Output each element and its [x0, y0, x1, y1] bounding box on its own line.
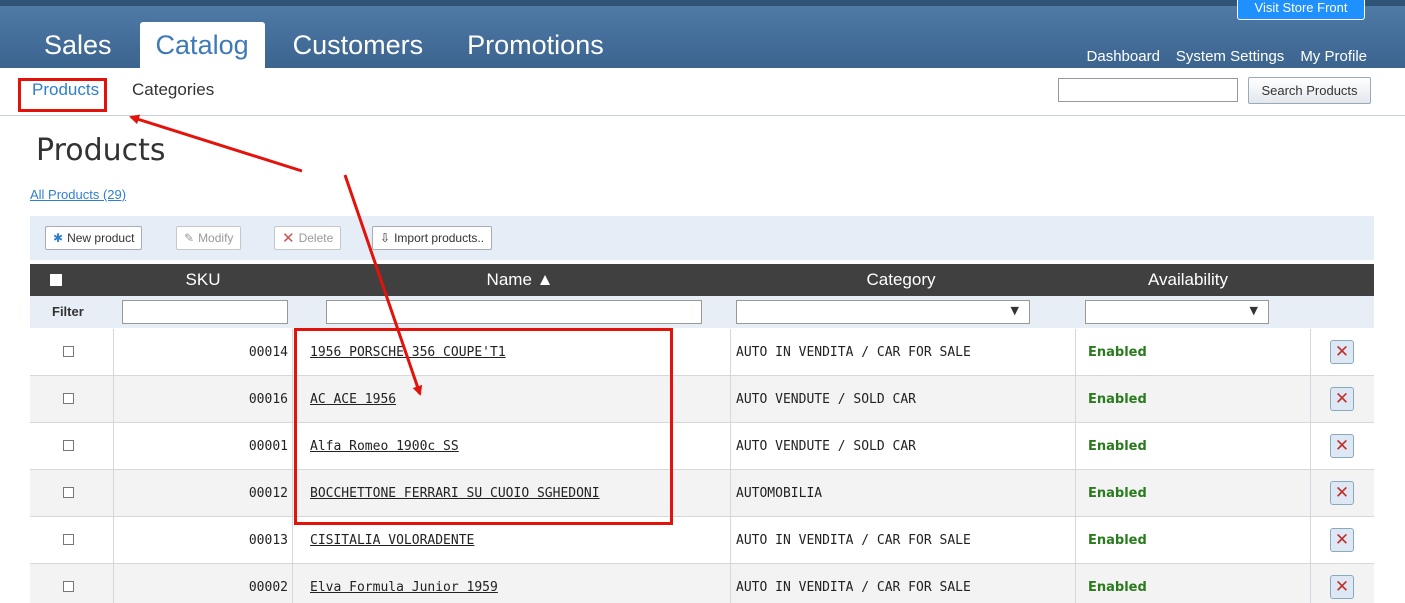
arrow-to-product-list [343, 174, 423, 396]
arrow-to-products-tab [129, 114, 303, 173]
annotation-arrows [129, 114, 423, 396]
